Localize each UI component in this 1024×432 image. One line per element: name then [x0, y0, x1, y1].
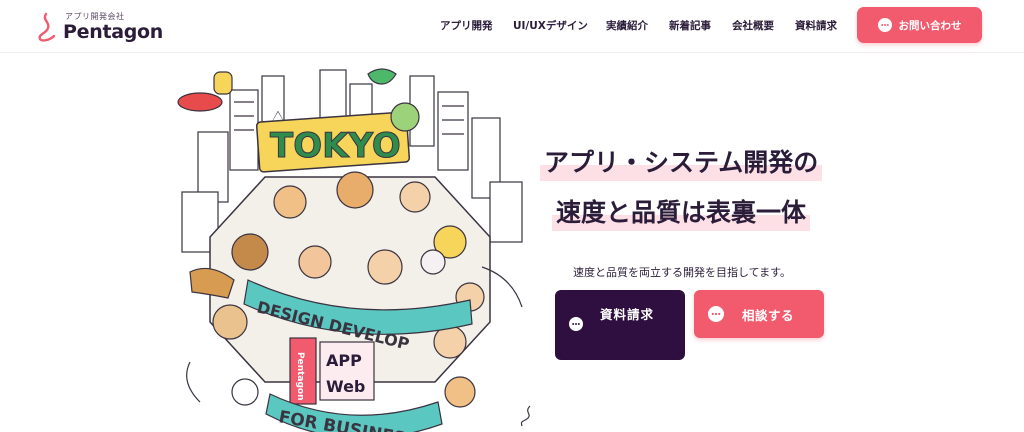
svg-text:APP: APP [326, 351, 362, 370]
hero-headline-line2: 速度と品質は表裏一体 [552, 195, 811, 231]
tokyo-sign: TOKYO [255, 111, 411, 173]
consult-button[interactable]: 相談する [694, 290, 824, 338]
hero-lead-text: 速度と品質を両立する開発を目指してます。 [573, 266, 792, 279]
hero-headline-line1: アプリ・システム開発の [540, 145, 823, 181]
request-documents-button[interactable]: 資料請求 [555, 290, 685, 360]
chat-bubble-icon [877, 18, 892, 32]
dragon-drawing [367, 68, 397, 85]
brand-name: Pentagon [63, 21, 164, 43]
svg-text:TOKYO: TOKYO [270, 126, 401, 166]
nav-item-works[interactable]: 実績紹介 [606, 18, 648, 33]
contact-button-label: お問い合わせ [898, 19, 962, 32]
pentagon-logo-icon [38, 12, 56, 42]
svg-text:Pentagon: Pentagon [295, 352, 305, 401]
site-header: アプリ開発会社 Pentagon アプリ開発 UI/UXデザイン 実績紹介 新着… [0, 0, 1024, 53]
nav-item-app-development[interactable]: アプリ開発 [440, 18, 493, 33]
chat-bubble-icon [569, 317, 583, 331]
squiggle-decoration-icon [520, 405, 531, 427]
request-documents-label: 資料請求 [599, 307, 654, 322]
consult-button-label: 相談する [742, 308, 795, 323]
airplane-drawing [177, 71, 233, 112]
svg-text:Web: Web [326, 377, 365, 396]
nav-item-company[interactable]: 会社概要 [732, 18, 774, 33]
nav-item-uiux-design[interactable]: UI/UXデザイン [513, 18, 588, 33]
contact-button[interactable]: お問い合わせ [857, 7, 982, 43]
app-web-panels: APP Web Pentagon [289, 337, 375, 405]
nav-item-news[interactable]: 新着記事 [669, 18, 711, 33]
nav-item-documents[interactable]: 資料請求 [795, 18, 837, 33]
hero-illustration: TOKYO DESIGN DEVELOP APP Web Pentagon FO… [177, 68, 523, 432]
brand-logo[interactable]: アプリ開発会社 Pentagon [36, 10, 163, 44]
chat-bubble-icon [708, 306, 724, 322]
